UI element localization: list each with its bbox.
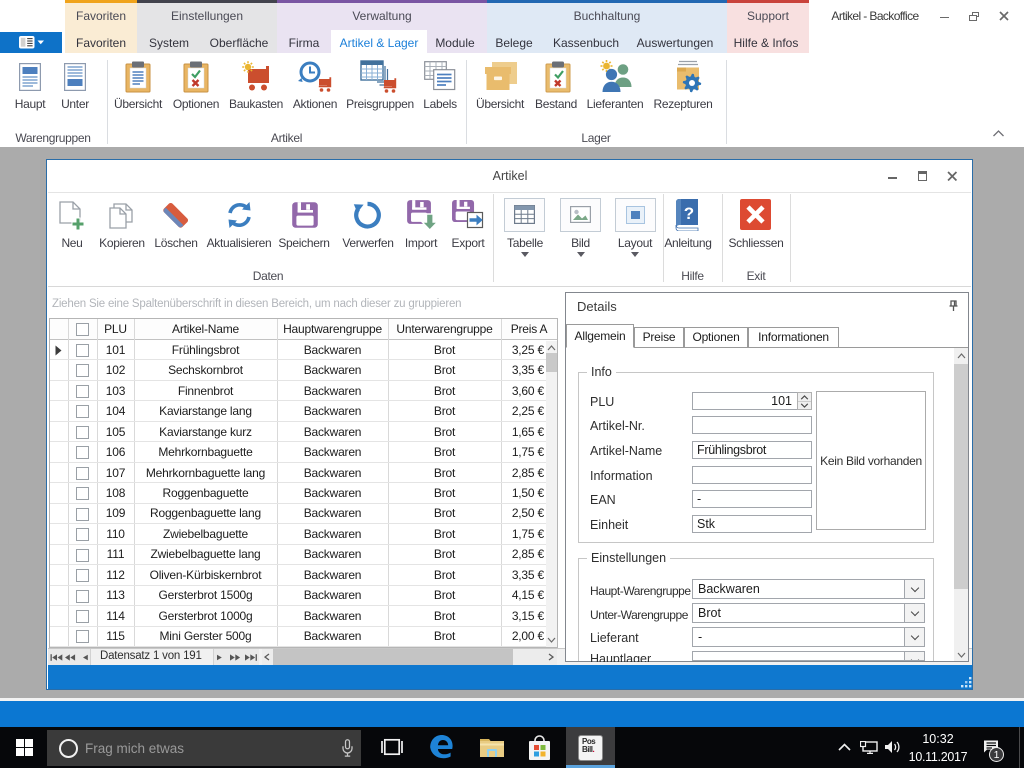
svg-text:?: ? xyxy=(684,204,694,223)
